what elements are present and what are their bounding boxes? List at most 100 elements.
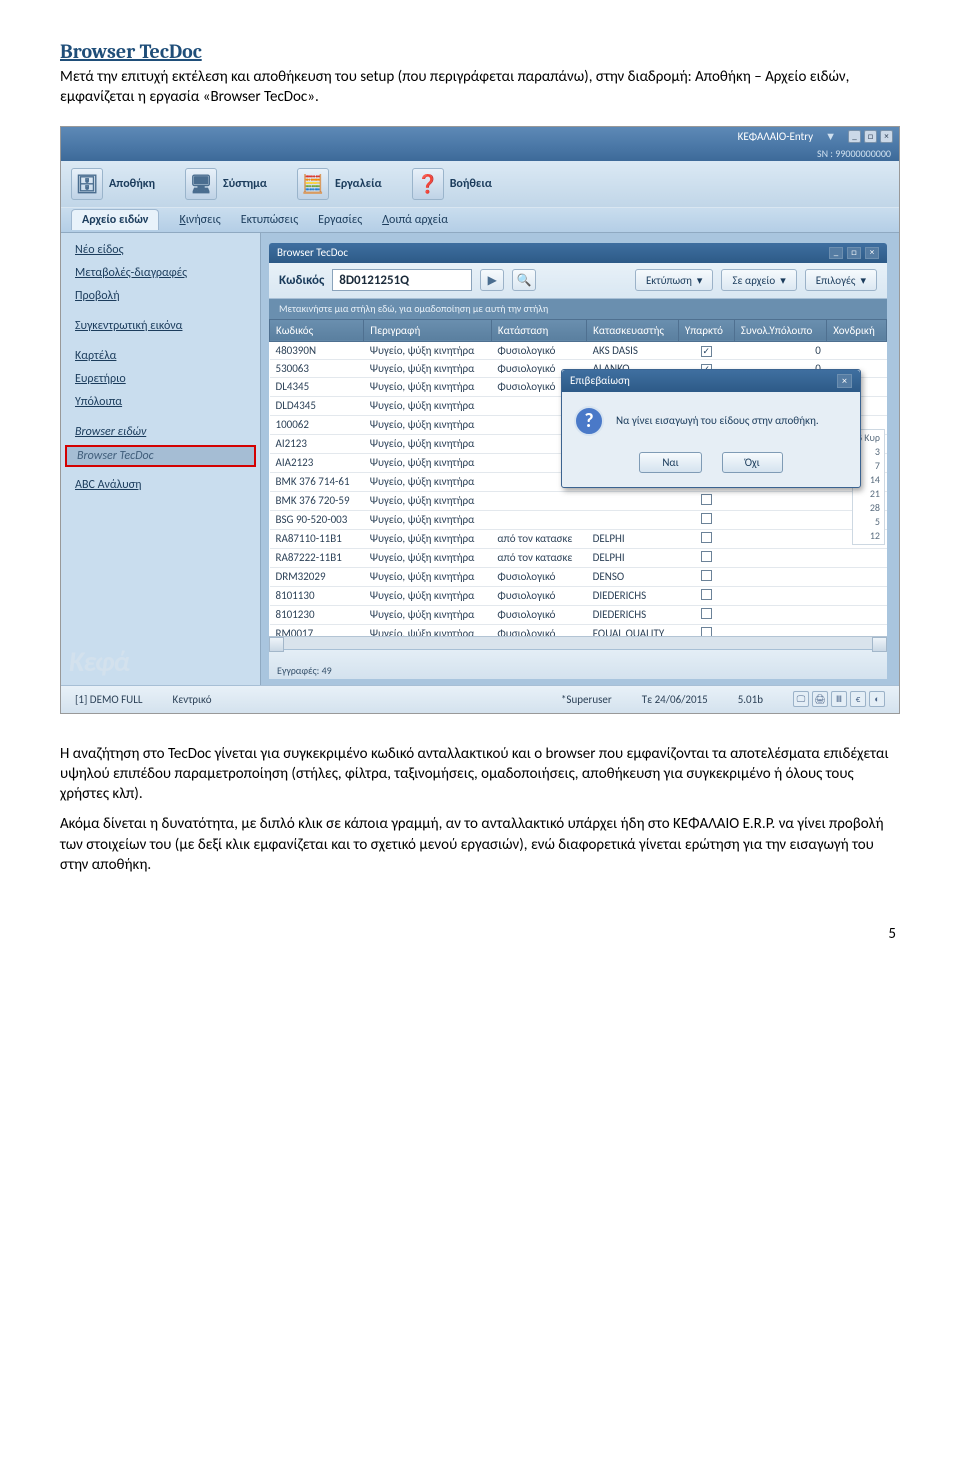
toolbar-system-button[interactable]: 🖥 Σύστημα (185, 168, 267, 200)
sidebar-item-summary[interactable]: Συγκεντρωτική εικόνα (61, 315, 260, 337)
body-paragraph-2: Η αναζήτηση στο TecDoc γίνεται για συγκε… (60, 744, 900, 805)
menu-item-tasks[interactable]: Εργασίες (318, 213, 362, 227)
group-hint-row: Μετακινήστε μια στήλη εδώ, για ομαδοποίη… (269, 299, 887, 319)
toolbar-label: Εργαλεία (335, 177, 382, 191)
sidebar-item-index[interactable]: Ευρετήριο (61, 368, 260, 390)
status-icon[interactable]: € (850, 691, 866, 707)
inner-title-label: Browser TecDoc (277, 246, 348, 259)
col-status[interactable]: Κατάσταση (491, 319, 586, 341)
sidebar-item-browser-items[interactable]: Browser ειδών (61, 421, 260, 443)
table-row[interactable]: DRM32029Ψυγείο, ψύξη κινητήραΦυσιολογικό… (270, 567, 887, 586)
status-icons: 🖵 🖨 Ⅲ € ◐ (793, 691, 885, 707)
menu-item-other[interactable]: Λοιπά αρχεία (382, 213, 448, 227)
table-row[interactable]: BSG 90-520-003Ψυγείο, ψύξη κινητήρα (270, 510, 887, 529)
status-icon[interactable]: ◐ (869, 691, 885, 707)
table-row[interactable]: 8101230Ψυγείο, ψύξη κινητήραΦυσιολογικόD… (270, 605, 887, 624)
options-button[interactable]: Επιλογές▾ (805, 269, 877, 291)
question-icon: ? (574, 406, 604, 436)
app-screenshot: ΚΕΦΑΛΑΙΟ-Entry ▼ _ □ × SN : 99000000000 … (60, 126, 900, 714)
sidebar-item-abc[interactable]: ABC Ανάλυση (61, 474, 260, 496)
main-toolbar: 🗄 Αποθήκη 🖥 Σύστημα 🧮 Εργαλεία ❓ Βοήθεια (61, 161, 899, 207)
tools-icon: 🧮 (297, 168, 329, 200)
window-titlebar: ΚΕΦΑΛΑΙΟ-Entry ▼ _ □ × (61, 127, 899, 147)
sidebar-item-balance[interactable]: Υπόλοιπα (61, 391, 260, 413)
toolbar-warehouse-button[interactable]: 🗄 Αποθήκη (71, 168, 155, 200)
status-icon[interactable]: 🖵 (793, 691, 809, 707)
chevron-down-icon: ▾ (780, 274, 786, 287)
search-input[interactable]: 8D0121251Q (332, 269, 472, 291)
toolbar-tools-button[interactable]: 🧮 Εργαλεία (297, 168, 382, 200)
to-file-button[interactable]: Σε αρχείο▾ (721, 269, 796, 291)
col-exists[interactable]: Υπαρκτό (678, 319, 734, 341)
intro-paragraph-1: Μετά την επιτυχή εκτέλεση και αποθήκευση… (60, 67, 900, 108)
status-icon[interactable]: 🖨 (812, 691, 828, 707)
menu-item-prints[interactable]: Εκτυπώσεις (241, 213, 298, 227)
status-icon[interactable]: Ⅲ (831, 691, 847, 707)
horizontal-scrollbar[interactable] (269, 636, 887, 649)
dialog-no-button[interactable]: Όχι (722, 452, 783, 473)
sidebar-item-new[interactable]: Νέο είδος (61, 239, 260, 261)
system-icon: 🖥 (185, 168, 217, 200)
app-title-label: ΚΕΦΑΛΑΙΟ-Entry (738, 130, 814, 143)
status-bar: [1] DEMO FULL Κεντρικό *Superuser Τε 24/… (61, 685, 899, 713)
toolbar-label: Αποθήκη (109, 177, 155, 191)
status-date-label: Τε 24/06/2015 (642, 693, 708, 706)
inner-titlebar: Browser TecDoc _ □ × (269, 243, 887, 263)
toolbar-help-button[interactable]: ❓ Βοήθεια (412, 168, 492, 200)
col-total-balance[interactable]: Συνολ.Υπόλοιπο (734, 319, 826, 341)
table-row[interactable]: RA87110-11B1Ψυγείο, ψύξη κινητήρααπό τον… (270, 529, 887, 548)
watermark-text: Κεφά (69, 644, 129, 679)
table-row[interactable]: BMK 376 720-59Ψυγείο, ψύξη κινητήρα (270, 491, 887, 510)
sidebar-item-modify[interactable]: Μεταβολές-διαγραφές (61, 262, 260, 284)
section-heading: Browser TecDoc (60, 40, 900, 63)
page-number: 5 (60, 925, 900, 943)
toolbar-label: Βοήθεια (450, 177, 492, 191)
dialog-message: Να γίνει εισαγωγή του είδους στην αποθήκ… (616, 414, 819, 427)
inner-minimize-icon[interactable]: _ (829, 247, 843, 259)
col-desc[interactable]: Περιγραφή (364, 319, 492, 341)
chevron-down-icon: ▾ (860, 274, 866, 287)
inner-close-icon[interactable]: × (865, 247, 879, 259)
toolbar-label: Σύστημα (223, 177, 267, 191)
sidebar-item-card[interactable]: Καρτέλα (61, 345, 260, 367)
minimize-icon[interactable]: _ (848, 130, 861, 143)
maximize-icon[interactable]: □ (864, 130, 877, 143)
close-icon[interactable]: × (880, 130, 893, 143)
status-version-label: 5.01b (738, 693, 763, 706)
search-label: Κωδικός (279, 273, 324, 288)
col-manufacturer[interactable]: Κατασκευαστής (587, 319, 679, 341)
chevron-down-icon: ▾ (697, 274, 703, 287)
inner-maximize-icon[interactable]: □ (847, 247, 861, 259)
sn-label: SN : 99000000000 (61, 147, 899, 161)
status-db-label: [1] DEMO FULL (75, 693, 142, 706)
dialog-close-icon[interactable]: × (837, 374, 852, 388)
window-buttons: _ □ × (848, 130, 893, 143)
sidebar: Νέο είδος Μεταβολές-διαγραφές Προβολή Συ… (61, 233, 261, 685)
table-row[interactable]: RM0017Ψυγείο, ψύξη κινητήραΦυσιολογικόEQ… (270, 624, 887, 636)
confirm-dialog: Επιβεβαίωση × ? Να γίνει εισαγωγή του εί… (561, 369, 861, 488)
menu-item-archive[interactable]: Αρχείο ειδών (71, 209, 159, 230)
sidebar-item-browser-tecdoc[interactable]: Browser TecDoc (65, 445, 256, 467)
warehouse-icon: 🗄 (71, 168, 103, 200)
menu-bar: Αρχείο ειδών Κινήσεις Εκτυπώσεις Εργασίε… (61, 207, 899, 233)
col-wholesale[interactable]: Χονδρική (827, 319, 887, 341)
search-row: Κωδικός 8D0121251Q ▶ 🔍 Εκτύπωση▾ Σε αρχε… (269, 263, 887, 299)
body-paragraph-3: Ακόμα δίνεται η δυνατότητα, με διπλό κλι… (60, 814, 900, 875)
table-row[interactable]: 480390NΨυγείο, ψύξη κινητήραΦυσιολογικόA… (270, 341, 887, 359)
dialog-yes-button[interactable]: Ναι (639, 452, 701, 473)
table-row[interactable]: RA87222-11B1Ψυγείο, ψύξη κινητήρααπό τον… (270, 548, 887, 567)
status-branch-label: Κεντρικό (172, 693, 211, 706)
grid-footer: Εγγραφές: 49 (269, 649, 887, 679)
play-button[interactable]: ▶ (480, 269, 504, 291)
help-icon: ❓ (412, 168, 444, 200)
sidebar-item-view[interactable]: Προβολή (61, 285, 260, 307)
print-button[interactable]: Εκτύπωση▾ (635, 269, 714, 291)
record-count-label: Εγγραφές: 49 (277, 664, 879, 677)
menu-item-movements[interactable]: Κινήσεις (179, 213, 220, 227)
col-code[interactable]: Κωδικός (270, 319, 364, 341)
search-button[interactable]: 🔍 (512, 269, 536, 291)
dialog-title-label: Επιβεβαίωση (570, 374, 630, 387)
status-user-label: *Superuser (561, 693, 612, 706)
dialog-titlebar: Επιβεβαίωση × (562, 370, 860, 392)
table-row[interactable]: 8101130Ψυγείο, ψύξη κινητήραΦυσιολογικόD… (270, 586, 887, 605)
